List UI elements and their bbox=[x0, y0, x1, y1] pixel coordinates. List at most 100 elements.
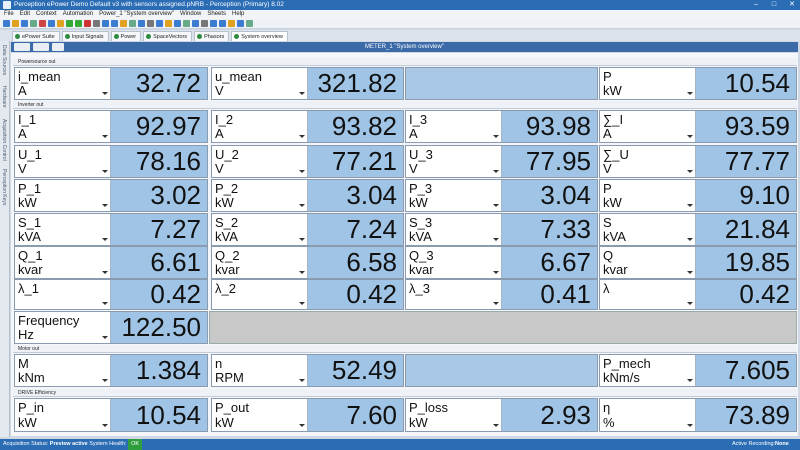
toolbar-button-icon[interactable] bbox=[48, 20, 55, 27]
minimize-icon[interactable]: – bbox=[748, 0, 764, 10]
chevron-down-icon[interactable] bbox=[687, 271, 693, 274]
menu-file[interactable]: File bbox=[4, 10, 14, 19]
meter-p-out[interactable]: P_out kW 7.60 bbox=[211, 398, 404, 432]
meter-label-box[interactable]: P_2 kW bbox=[212, 180, 308, 211]
toolbar-button-icon[interactable] bbox=[192, 20, 199, 27]
chevron-down-icon[interactable] bbox=[687, 135, 693, 138]
meter-label-box[interactable]: u_mean V bbox=[212, 68, 308, 99]
toolbar-button-icon[interactable] bbox=[129, 20, 136, 27]
meter-label-box[interactable]: Q_2 kvar bbox=[212, 247, 308, 278]
meter-lambda1[interactable]: λ_1 0.42 bbox=[14, 279, 208, 310]
tab-epower-suite[interactable]: ePower Suite bbox=[12, 31, 60, 41]
meter-label-box[interactable]: S_3 kVA bbox=[406, 214, 502, 245]
menu-context[interactable]: Context bbox=[36, 10, 57, 19]
chevron-down-icon[interactable] bbox=[493, 271, 499, 274]
meter-p3[interactable]: P_3 kW 3.04 bbox=[405, 179, 598, 212]
chevron-down-icon[interactable] bbox=[299, 271, 305, 274]
meter-s2[interactable]: S_2 kVA 7.24 bbox=[211, 213, 404, 246]
chevron-down-icon[interactable] bbox=[687, 302, 693, 305]
chevron-down-icon[interactable] bbox=[102, 271, 108, 274]
meter-label-box[interactable]: λ bbox=[600, 280, 696, 309]
toolbar-button-icon[interactable] bbox=[3, 20, 10, 27]
menu-window[interactable]: Window bbox=[180, 10, 201, 19]
meter-label-box[interactable]: λ_2 bbox=[212, 280, 308, 309]
toolbar-button-icon[interactable] bbox=[210, 20, 217, 27]
toolbar-button-icon[interactable] bbox=[75, 20, 82, 27]
chevron-down-icon[interactable] bbox=[299, 424, 305, 427]
menu-automation[interactable]: Automation bbox=[63, 10, 93, 19]
chevron-down-icon[interactable] bbox=[102, 135, 108, 138]
chevron-down-icon[interactable] bbox=[299, 92, 305, 95]
chevron-down-icon[interactable] bbox=[687, 204, 693, 207]
meter-lambda3[interactable]: λ_3 0.41 bbox=[405, 279, 598, 310]
meter-label-box[interactable]: P_1 kW bbox=[15, 180, 111, 211]
chevron-down-icon[interactable] bbox=[299, 238, 305, 241]
maximize-icon[interactable]: □ bbox=[766, 0, 782, 10]
meter-label-box[interactable]: PkW bbox=[600, 68, 696, 99]
toolbar-button-icon[interactable] bbox=[66, 20, 73, 27]
chevron-down-icon[interactable] bbox=[102, 336, 108, 339]
toolbar-button-icon[interactable] bbox=[93, 20, 100, 27]
meter-i1[interactable]: I_1 A 92.97 bbox=[14, 110, 208, 143]
meter-p1[interactable]: P_1 kW 3.02 bbox=[14, 179, 208, 212]
toolbar-button-icon[interactable] bbox=[102, 20, 109, 27]
toolbar-button-icon[interactable] bbox=[57, 20, 64, 27]
toolbar-button-icon[interactable] bbox=[111, 20, 118, 27]
chevron-down-icon[interactable] bbox=[299, 135, 305, 138]
toolbar-button-icon[interactable] bbox=[228, 20, 235, 27]
meter-lambda-sum[interactable]: λ 0.42 bbox=[599, 279, 797, 310]
toolbar-button-icon[interactable] bbox=[156, 20, 163, 27]
meter-p-loss[interactable]: P_loss kW 2.93 bbox=[405, 398, 598, 432]
meter-torque[interactable]: MkNm 1.384 bbox=[14, 354, 208, 387]
meter-i3[interactable]: I_3 A 93.98 bbox=[405, 110, 598, 143]
meter-label-box[interactable]: I_1 A bbox=[15, 111, 111, 142]
meter-label-box[interactable]: I_3 A bbox=[406, 111, 502, 142]
meter-p-sum[interactable]: PkW 9.10 bbox=[599, 179, 797, 212]
meter-label-box[interactable]: λ_3 bbox=[406, 280, 502, 309]
meter-label-box[interactable]: P_3 kW bbox=[406, 180, 502, 211]
tab-input-signals[interactable]: Input Signals bbox=[61, 31, 109, 41]
meter-label-box[interactable]: S_1 kVA bbox=[15, 214, 111, 245]
chevron-down-icon[interactable] bbox=[299, 302, 305, 305]
meter-s-sum[interactable]: SkVA 21.84 bbox=[599, 213, 797, 246]
meter-q3[interactable]: Q_3 kvar 6.67 bbox=[405, 246, 598, 279]
meter-label-box[interactable]: Frequency Hz bbox=[15, 312, 111, 343]
chevron-down-icon[interactable] bbox=[687, 170, 693, 173]
tab-power[interactable]: Power bbox=[110, 31, 142, 41]
meter-label-box[interactable]: SkVA bbox=[600, 214, 696, 245]
meter-label-box[interactable]: U_1 V bbox=[15, 146, 111, 177]
meter-label-box[interactable]: P_loss kW bbox=[406, 399, 502, 431]
meter-label-box[interactable]: U_3 V bbox=[406, 146, 502, 177]
meter-label-box[interactable]: i_mean A bbox=[15, 68, 111, 99]
toolbar-button-icon[interactable] bbox=[201, 20, 208, 27]
chevron-down-icon[interactable] bbox=[493, 238, 499, 241]
meter-p-in[interactable]: P_in kW 10.54 bbox=[14, 398, 208, 432]
menu-edit[interactable]: Edit bbox=[20, 10, 30, 19]
chevron-down-icon[interactable] bbox=[102, 302, 108, 305]
meter-label-box[interactable]: P_in kW bbox=[15, 399, 111, 431]
chevron-down-icon[interactable] bbox=[493, 424, 499, 427]
meter-frequency[interactable]: Frequency Hz 122.50 bbox=[14, 311, 208, 344]
meter-p-mech[interactable]: P_mech kNm/s 7.605 bbox=[599, 354, 797, 387]
chevron-down-icon[interactable] bbox=[102, 170, 108, 173]
meter-label-box[interactable]: I_2 A bbox=[212, 111, 308, 142]
meter-u1[interactable]: U_1 V 78.16 bbox=[14, 145, 208, 178]
menu-help[interactable]: Help bbox=[232, 10, 244, 19]
meter-q-sum[interactable]: Qkvar 19.85 bbox=[599, 246, 797, 279]
chevron-down-icon[interactable] bbox=[687, 424, 693, 427]
chevron-down-icon[interactable] bbox=[687, 379, 693, 382]
chevron-down-icon[interactable] bbox=[299, 379, 305, 382]
toolbar-button-icon[interactable] bbox=[21, 20, 28, 27]
meter-label-box[interactable]: P_mech kNm/s bbox=[600, 355, 696, 386]
meter-lambda2[interactable]: λ_2 0.42 bbox=[211, 279, 404, 310]
toolbar-button-icon[interactable] bbox=[84, 20, 91, 27]
sidebar-item-acquisition-control[interactable]: Acquisition Control bbox=[1, 119, 7, 161]
toolbar-button-icon[interactable] bbox=[147, 20, 154, 27]
meter-speed[interactable]: n RPM 52.49 bbox=[211, 354, 404, 387]
meter-p-source[interactable]: PkW 10.54 bbox=[599, 67, 797, 100]
meter-label-box[interactable]: λ_1 bbox=[15, 280, 111, 309]
toolbar-button-icon[interactable] bbox=[183, 20, 190, 27]
toolbar-button-icon[interactable] bbox=[120, 20, 127, 27]
toolbar-button-icon[interactable] bbox=[174, 20, 181, 27]
meter-s1[interactable]: S_1 kVA 7.27 bbox=[14, 213, 208, 246]
